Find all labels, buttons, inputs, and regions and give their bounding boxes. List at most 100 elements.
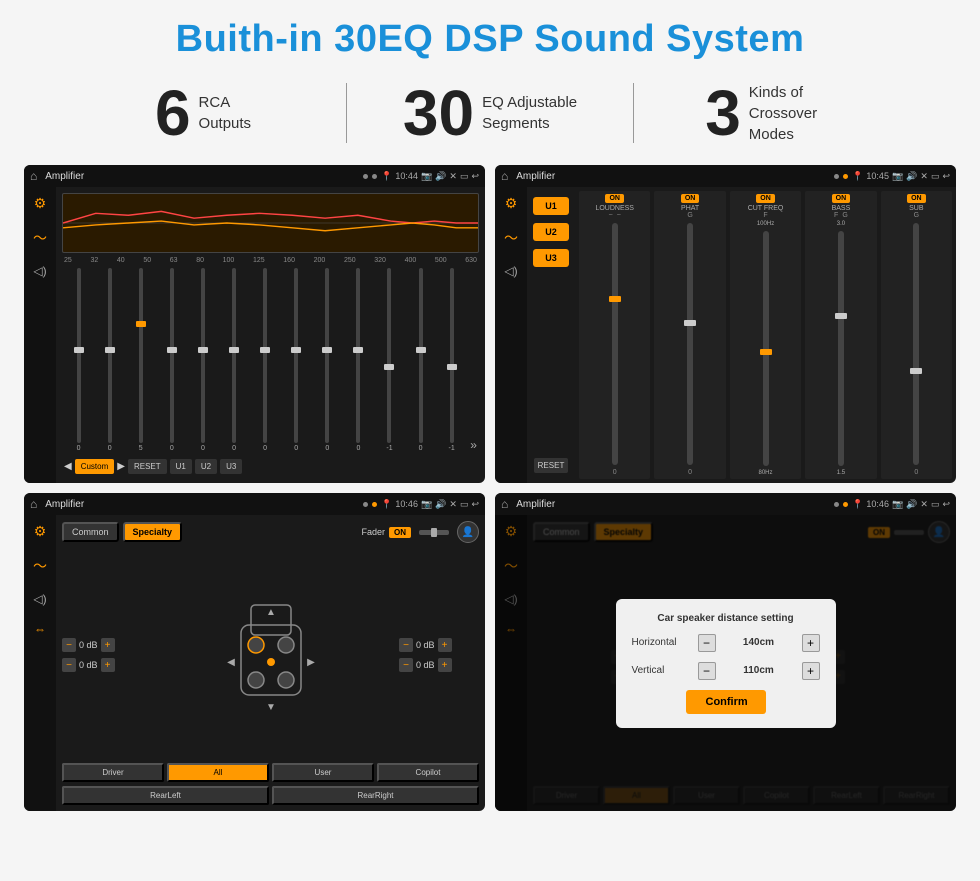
channel-cutfreq: ON CUT FREQ F 100Hz 80Hz xyxy=(730,191,801,479)
u1-crossover-btn[interactable]: U1 xyxy=(533,197,569,215)
slider-5[interactable]: 0 xyxy=(188,268,217,452)
expand-icon[interactable]: » xyxy=(470,438,477,452)
volume-sidebar-icon-3[interactable]: ◁) xyxy=(33,592,46,606)
next-btn[interactable]: ▶ xyxy=(117,461,125,472)
bass-slider[interactable] xyxy=(838,231,844,466)
prev-btn[interactable]: ◀ xyxy=(64,461,72,472)
on-badge-sub[interactable]: ON xyxy=(907,194,926,203)
slider-9[interactable]: 0 xyxy=(313,268,342,452)
confirm-button[interactable]: Confirm xyxy=(686,690,766,714)
on-badge-cutfreq[interactable]: ON xyxy=(756,194,775,203)
slider-12[interactable]: 0 xyxy=(406,268,435,452)
on-badge-loudness[interactable]: ON xyxy=(605,194,624,203)
fader-main: Common Specialty Fader ON 👤 xyxy=(56,515,485,811)
u2-btn[interactable]: U2 xyxy=(195,459,217,474)
amplifier-title-2: Amplifier xyxy=(516,171,830,182)
phat-slider[interactable] xyxy=(687,223,693,465)
cutfreq-slider[interactable] xyxy=(763,231,769,466)
eq-icon-3[interactable]: ⚙ xyxy=(34,523,47,540)
status-dot-7 xyxy=(834,502,839,507)
eq-icon-2[interactable]: ⚙ xyxy=(505,195,518,212)
crossover-reset-btn[interactable]: RESET xyxy=(534,458,569,473)
volume-sidebar-icon-2[interactable]: ◁) xyxy=(504,264,517,278)
slider-6[interactable]: 0 xyxy=(219,268,248,452)
status-bar-2: ⌂ Amplifier 📍 10:45 📷 🔊 ✕ ▭ ↩ xyxy=(495,165,956,187)
wave-icon[interactable]: 〜 xyxy=(33,228,47,248)
slider-1[interactable]: 0 xyxy=(64,268,93,452)
home-icon-4[interactable]: ⌂ xyxy=(501,497,508,511)
eq-icon[interactable]: ⚙ xyxy=(34,195,47,212)
slider-4[interactable]: 0 xyxy=(157,268,186,452)
eq-sidebar: ⚙ 〜 ◁) xyxy=(24,187,56,483)
driver-btn[interactable]: Driver xyxy=(62,763,164,782)
copilot-btn[interactable]: Copilot xyxy=(377,763,479,782)
home-icon-2[interactable]: ⌂ xyxy=(501,169,508,183)
volume-sidebar-icon[interactable]: ◁) xyxy=(33,264,46,278)
stat-rca: 6 RCA Outputs xyxy=(60,81,346,145)
back-icon-3[interactable]: ↩ xyxy=(471,499,479,510)
close-icon-4[interactable]: ✕ xyxy=(920,499,928,510)
wave-icon-3[interactable]: 〜 xyxy=(33,556,47,576)
freq-160: 160 xyxy=(283,257,295,264)
close-icon-3[interactable]: ✕ xyxy=(449,499,457,510)
fader-minus-3[interactable]: − xyxy=(399,638,413,652)
close-icon-2[interactable]: ✕ xyxy=(920,171,928,182)
horizontal-minus-btn[interactable]: − xyxy=(698,634,716,652)
fader-plus-4[interactable]: + xyxy=(438,658,452,672)
back-icon-4[interactable]: ↩ xyxy=(942,499,950,510)
on-badge-phat[interactable]: ON xyxy=(681,194,700,203)
custom-btn[interactable]: Custom xyxy=(75,459,115,474)
window-icon-2[interactable]: ▭ xyxy=(931,171,940,182)
on-badge-bass[interactable]: ON xyxy=(832,194,851,203)
back-icon-1[interactable]: ↩ xyxy=(471,171,479,182)
slider-13[interactable]: -1 xyxy=(437,268,466,452)
window-icon-3[interactable]: ▭ xyxy=(460,499,469,510)
expand-sidebar-icon[interactable]: ⇔ xyxy=(34,622,46,636)
slider-8[interactable]: 0 xyxy=(282,268,311,452)
vertical-minus-btn[interactable]: − xyxy=(698,662,716,680)
fader-plus-2[interactable]: + xyxy=(101,658,115,672)
u1-btn[interactable]: U1 xyxy=(170,459,192,474)
stat-rca-text: RCA Outputs xyxy=(199,92,252,134)
u3-btn[interactable]: U3 xyxy=(220,459,242,474)
u3-crossover-btn[interactable]: U3 xyxy=(533,249,569,267)
window-icon-1[interactable]: ▭ xyxy=(460,171,469,182)
fader-minus-1[interactable]: − xyxy=(62,638,76,652)
slider-7[interactable]: 0 xyxy=(251,268,280,452)
reset-btn[interactable]: RESET xyxy=(128,459,167,474)
loudness-slider[interactable] xyxy=(612,223,618,465)
slider-10[interactable]: 0 xyxy=(344,268,373,452)
common-tab[interactable]: Common xyxy=(62,522,119,542)
fader-minus-2[interactable]: − xyxy=(62,658,76,672)
sub-slider[interactable] xyxy=(913,223,919,465)
user-btn[interactable]: User xyxy=(272,763,374,782)
u2-crossover-btn[interactable]: U2 xyxy=(533,223,569,241)
window-icon-4[interactable]: ▭ xyxy=(931,499,940,510)
horizontal-plus-btn[interactable]: + xyxy=(802,634,820,652)
channel-sub: ON SUB G 0 xyxy=(881,191,952,479)
fader-plus-1[interactable]: + xyxy=(101,638,115,652)
slider-11[interactable]: -1 xyxy=(375,268,404,452)
home-icon[interactable]: ⌂ xyxy=(30,169,37,183)
slider-2[interactable]: 0 xyxy=(95,268,124,452)
back-icon-2[interactable]: ↩ xyxy=(942,171,950,182)
specialty-tab[interactable]: Specialty xyxy=(123,522,183,542)
slider-3[interactable]: 5 xyxy=(126,268,155,452)
rearleft-btn[interactable]: RearLeft xyxy=(62,786,269,805)
channel-label-cutfreq: CUT FREQ xyxy=(748,205,784,212)
status-bar-4: ⌂ Amplifier 📍 10:46 📷 🔊 ✕ ▭ ↩ xyxy=(495,493,956,515)
vertical-plus-btn[interactable]: + xyxy=(802,662,820,680)
wave-icon-2[interactable]: 〜 xyxy=(504,228,518,248)
home-icon-3[interactable]: ⌂ xyxy=(30,497,37,511)
fader-minus-4[interactable]: − xyxy=(399,658,413,672)
stat-rca-number: 6 xyxy=(155,81,191,145)
status-icons-2: 📍 10:45 📷 🔊 ✕ ▭ ↩ xyxy=(852,171,950,182)
time-4: 10:46 xyxy=(866,499,889,509)
crossover-channels: ON LOUDNESS ~~ 0 ON PHAT G xyxy=(579,191,952,479)
close-icon-1[interactable]: ✕ xyxy=(449,171,457,182)
rearright-btn[interactable]: RearRight xyxy=(272,786,479,805)
all-btn[interactable]: All xyxy=(167,763,269,782)
freq-250: 250 xyxy=(344,257,356,264)
fader-on-badge[interactable]: ON xyxy=(389,527,411,538)
fader-plus-3[interactable]: + xyxy=(438,638,452,652)
